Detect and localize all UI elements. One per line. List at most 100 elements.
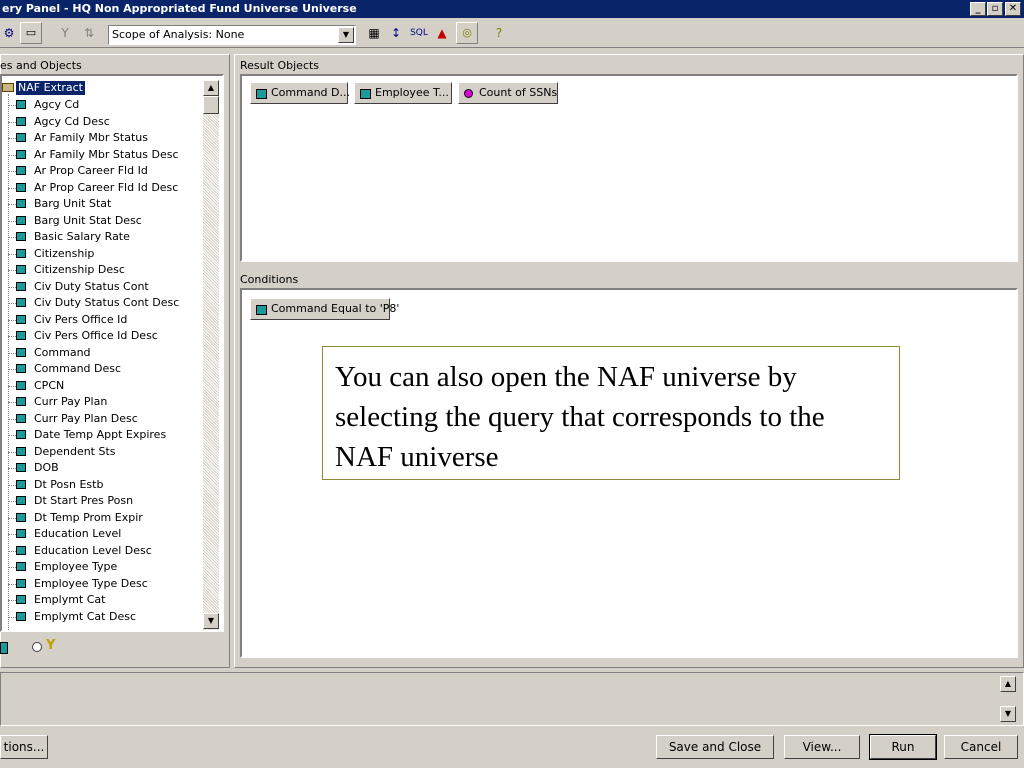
scroll-thumb[interactable]	[203, 96, 219, 114]
tree-item[interactable]: Ar Family Mbr Status Desc	[2, 147, 202, 163]
scroll-up-icon[interactable]: ▲	[203, 80, 219, 96]
scroll-down-icon[interactable]: ▼	[203, 613, 219, 629]
maximize-button[interactable]: ▫	[987, 2, 1003, 16]
conditions-header: Conditions	[240, 273, 299, 286]
tree-item-label: Dt Posn Estb	[34, 477, 104, 491]
save-and-close-button[interactable]: Save and Close	[656, 735, 774, 759]
tree-item-label: Education Level	[34, 527, 122, 540]
sort-az-icon[interactable]: ↕	[386, 22, 406, 44]
tree-item[interactable]: Civ Pers Office Id Desc	[2, 328, 202, 344]
annotation-note: You can also open the NAF universe by se…	[322, 346, 900, 480]
view-button[interactable]: View...	[784, 735, 860, 759]
scope-dropdown-arrow-icon[interactable]: ▼	[338, 27, 354, 43]
tree-item[interactable]: Emplymt Cat Desc	[2, 609, 202, 625]
object-icon	[16, 595, 26, 604]
tree-item[interactable]: Citizenship	[2, 246, 202, 262]
object-icon	[16, 364, 26, 373]
tree-item[interactable]: DOB	[2, 460, 202, 476]
tree-item[interactable]: Basic Salary Rate	[2, 229, 202, 245]
object-icon	[16, 182, 26, 192]
tree-item-label: CPCN	[34, 378, 65, 392]
status-scroll-down-icon[interactable]: ▼	[1000, 706, 1016, 722]
tree-item[interactable]: Civ Pers Office Id	[2, 312, 202, 328]
tree-item-label: Command Desc	[34, 362, 122, 375]
close-button[interactable]: ✕	[1005, 2, 1021, 16]
tree-item[interactable]: Agcy Cd	[2, 97, 202, 113]
object-icon	[16, 496, 26, 505]
object-icon	[16, 413, 26, 423]
object-icon	[16, 479, 26, 489]
tree-item[interactable]: Curr Pay Plan Desc	[2, 411, 202, 427]
tree-item-label: Civ Duty Status Cont	[34, 279, 149, 293]
options-button[interactable]: tions...	[0, 735, 48, 759]
run-button[interactable]: Run	[869, 734, 937, 760]
status-scroll-up-icon[interactable]: ▲	[1000, 676, 1016, 692]
tree-item-label: Barg Unit Stat	[34, 197, 112, 210]
tree-item[interactable]: Civ Duty Status Cont	[2, 279, 202, 295]
object-icon	[16, 100, 26, 109]
tree-scrollbar[interactable]	[203, 80, 219, 630]
tree-item-label: Citizenship	[34, 246, 95, 260]
sort-icon[interactable]: ⇅	[78, 22, 100, 44]
tree-item[interactable]: Date Temp Appt Expires	[2, 427, 202, 443]
tree-item[interactable]: Education Level Desc	[2, 543, 202, 559]
status-area	[0, 672, 1024, 726]
tree-item[interactable]: Dependent Sts	[2, 444, 202, 460]
minimize-button[interactable]: _	[970, 2, 986, 16]
tree-item[interactable]: Agcy Cd Desc	[2, 114, 202, 130]
condition-chip-command[interactable]: Command Equal to 'P8'	[250, 298, 399, 320]
window-icon[interactable]: ▭	[20, 22, 42, 44]
window-title: ery Panel - HQ Non Appropriated Fund Uni…	[2, 2, 357, 15]
table-icon[interactable]: ▦	[364, 22, 384, 44]
stop-icon[interactable]: ▲	[432, 22, 452, 44]
tree-item[interactable]: Barg Unit Stat Desc	[2, 213, 202, 229]
tree-item-label: Curr Pay Plan	[34, 395, 108, 408]
object-icon	[16, 562, 26, 571]
tree-item[interactable]: Ar Prop Career Fld Id	[2, 163, 202, 179]
help-icon[interactable]: ?	[488, 22, 510, 44]
tree-class-naf-extract[interactable]: NAF Extract	[2, 80, 102, 96]
tree-item[interactable]: Ar Prop Career Fld Id Desc	[2, 180, 202, 196]
tree-item[interactable]: Education Level	[2, 526, 202, 542]
tree-item[interactable]: Employee Type	[2, 559, 202, 575]
tree-item[interactable]: Dt Posn Estb	[2, 477, 202, 493]
filter-funnel-icon[interactable]: Y	[46, 638, 55, 653]
tree-item-label: Ar Family Mbr Status	[34, 131, 148, 144]
tree-item[interactable]: Citizenship Desc	[2, 262, 202, 278]
scope-dropdown[interactable]: Scope of Analysis: None ▼	[108, 25, 356, 45]
tree-item[interactable]: Dt Temp Prom Expir	[2, 510, 202, 526]
tree-item-label: DOB	[34, 461, 59, 474]
filter-icon[interactable]: Y	[54, 22, 76, 44]
tree-item-label: Ar Prop Career Fld Id Desc	[34, 180, 179, 194]
tree-item-label: Basic Salary Rate	[34, 230, 130, 243]
result-chip-employee-type[interactable]: Employee T...	[354, 82, 452, 104]
cancel-button[interactable]: Cancel	[944, 735, 1018, 759]
object-icon[interactable]	[0, 642, 8, 654]
combine-query-icon[interactable]: ◎	[456, 22, 478, 44]
sql-icon[interactable]: SQL	[408, 22, 430, 44]
chip-label: Command Equal to 'P8'	[271, 302, 400, 315]
tree-item[interactable]: Ar Family Mbr Status	[2, 130, 202, 146]
object-tree[interactable]: NAF Extract Agcy Cd Agcy Cd Desc Ar Family…	[0, 74, 224, 632]
tree-item[interactable]: Employee Type Desc	[2, 576, 202, 592]
result-objects-box[interactable]: Command D... Employee T... Count of SSNs	[240, 74, 1018, 262]
object-icon	[360, 89, 371, 99]
tree-item[interactable]: Command	[2, 345, 202, 361]
classes-icon[interactable]: ⚙	[0, 22, 18, 44]
radio-icon[interactable]	[32, 642, 42, 652]
tree-item[interactable]: Emplymt Cat	[2, 592, 202, 608]
result-chip-count-ssns[interactable]: Count of SSNs	[458, 82, 558, 104]
tree-item[interactable]: Civ Duty Status Cont Desc	[2, 295, 202, 311]
object-icon	[16, 166, 26, 175]
tree-item[interactable]: Curr Pay Plan	[2, 394, 202, 410]
result-chip-command[interactable]: Command D...	[250, 82, 350, 104]
tree-item[interactable]: Command Desc	[2, 361, 202, 377]
tree-item[interactable]: CPCN	[2, 378, 202, 394]
object-icon	[16, 578, 26, 588]
tree-item-label: Civ Pers Office Id Desc	[34, 329, 158, 342]
tree-item[interactable]: Barg Unit Stat	[2, 196, 202, 212]
object-icon	[16, 347, 26, 357]
chip-label: Command D...	[271, 86, 350, 99]
tree-item[interactable]: Dt Start Pres Posn	[2, 493, 202, 509]
tree-item-label: Civ Pers Office Id	[34, 312, 128, 326]
